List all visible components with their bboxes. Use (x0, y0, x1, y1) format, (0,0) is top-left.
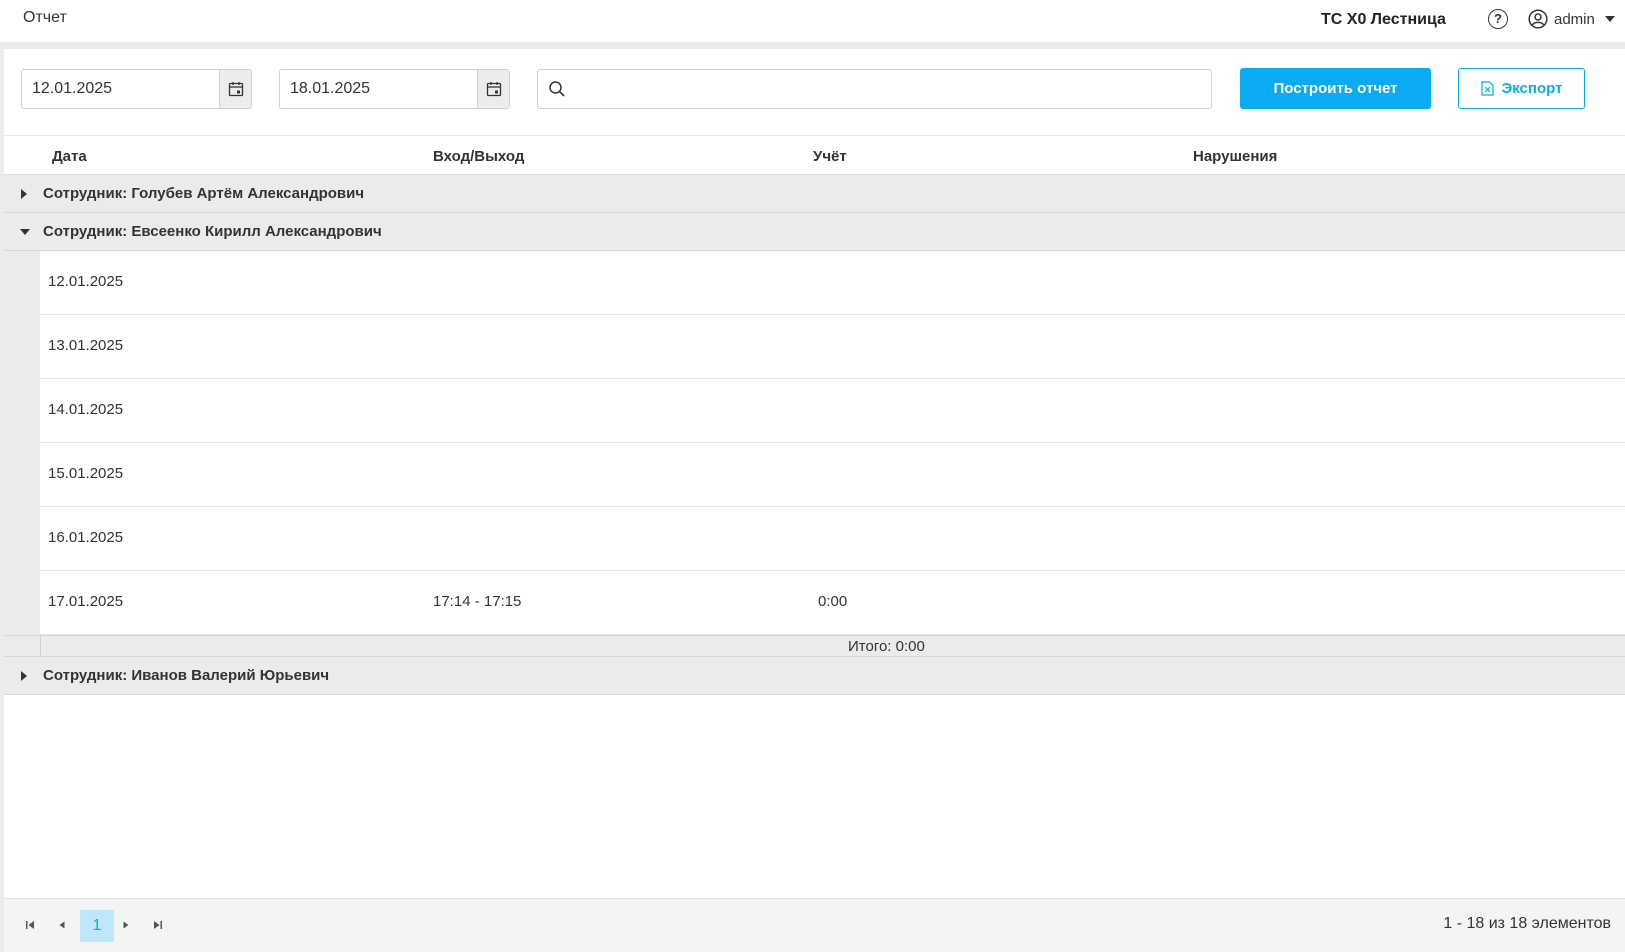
build-report-button[interactable]: Построить отчет (1240, 68, 1431, 109)
chevron-down-icon (1604, 16, 1615, 22)
calendar-icon[interactable] (477, 70, 509, 108)
search-icon (549, 81, 565, 97)
group-label: Сотрудник: Голубев Артём Александрович (43, 185, 365, 202)
user-menu[interactable]: admin (1528, 8, 1615, 30)
column-header-date[interactable]: Дата (52, 148, 87, 165)
first-page-icon[interactable] (22, 917, 38, 933)
table-row[interactable]: 16.01.2025 (4, 507, 1625, 571)
cell-date: 16.01.2025 (48, 529, 124, 546)
group-row[interactable]: Сотрудник: Голубев Артём Александрович (4, 175, 1625, 213)
column-header-inout[interactable]: Вход/Выход (433, 148, 524, 165)
expand-arrow-icon[interactable] (21, 671, 27, 681)
filter-toolbar: 12.01.2025 18.01.2025 Построить отчет Эк… (4, 49, 1625, 136)
group-label: Сотрудник: Евсеенко Кирилл Александрович (43, 223, 382, 240)
prev-page-icon[interactable] (54, 917, 70, 933)
organization-name[interactable]: ТС Х0 Лестница (1321, 11, 1446, 29)
report-grid: Дата Вход/Выход Учёт Нарушения Сотрудник… (4, 137, 1625, 695)
calendar-icon[interactable] (219, 70, 251, 108)
collapse-arrow-icon[interactable] (20, 229, 30, 235)
cell-date: 17.01.2025 (48, 593, 124, 610)
group-label: Сотрудник: Иванов Валерий Юрьевич (43, 667, 330, 684)
pager-info: 1 - 18 из 18 элементов (1443, 915, 1611, 932)
last-page-icon[interactable] (150, 917, 166, 933)
cell-date: 12.01.2025 (48, 273, 124, 290)
page-title: Отчет (23, 9, 67, 26)
table-row[interactable]: 13.01.2025 (4, 315, 1625, 379)
date-from-field[interactable]: 12.01.2025 (21, 69, 252, 109)
page-button-current[interactable]: 1 (80, 910, 114, 942)
user-icon (1528, 9, 1548, 29)
table-row[interactable]: 14.01.2025 (4, 379, 1625, 443)
search-input[interactable] (574, 76, 1194, 102)
expand-arrow-icon[interactable] (21, 189, 27, 199)
column-header-violations[interactable]: Нарушения (1193, 148, 1277, 165)
top-bar: Отчет ТС Х0 Лестница ? admin (0, 0, 1625, 49)
group-row[interactable]: Сотрудник: Иванов Валерий Юрьевич (4, 657, 1625, 695)
table-row[interactable]: 17.01.2025 17:14 - 17:15 0:00 (4, 571, 1625, 635)
user-name: admin (1554, 10, 1595, 28)
cell-date: 13.01.2025 (48, 337, 124, 354)
cell-inout: 17:14 - 17:15 (433, 593, 522, 610)
pager: 1 1 - 18 из 18 элементов (4, 898, 1625, 952)
next-page-icon[interactable] (118, 917, 134, 933)
excel-file-icon (1480, 81, 1494, 96)
table-row[interactable]: 15.01.2025 (4, 443, 1625, 507)
group-total-row: Итого: 0:00 (4, 635, 1625, 658)
cell-date: 15.01.2025 (48, 465, 124, 482)
help-icon[interactable]: ? (1488, 9, 1508, 29)
cell-account: 0:00 (818, 593, 848, 610)
export-label: Экспорт (1501, 80, 1563, 97)
date-to-value: 18.01.2025 (290, 80, 371, 97)
group-row[interactable]: Сотрудник: Евсеенко Кирилл Александрович (4, 213, 1625, 251)
table-row[interactable]: 12.01.2025 (4, 251, 1625, 315)
group-total: Итого: 0:00 (848, 638, 925, 655)
search-box[interactable] (537, 69, 1212, 109)
date-to-field[interactable]: 18.01.2025 (279, 69, 510, 109)
export-button[interactable]: Экспорт (1458, 68, 1585, 109)
cell-date: 14.01.2025 (48, 401, 124, 418)
column-header-account[interactable]: Учёт (813, 148, 847, 165)
date-from-value: 12.01.2025 (32, 80, 113, 97)
grid-header: Дата Вход/Выход Учёт Нарушения (4, 137, 1625, 175)
